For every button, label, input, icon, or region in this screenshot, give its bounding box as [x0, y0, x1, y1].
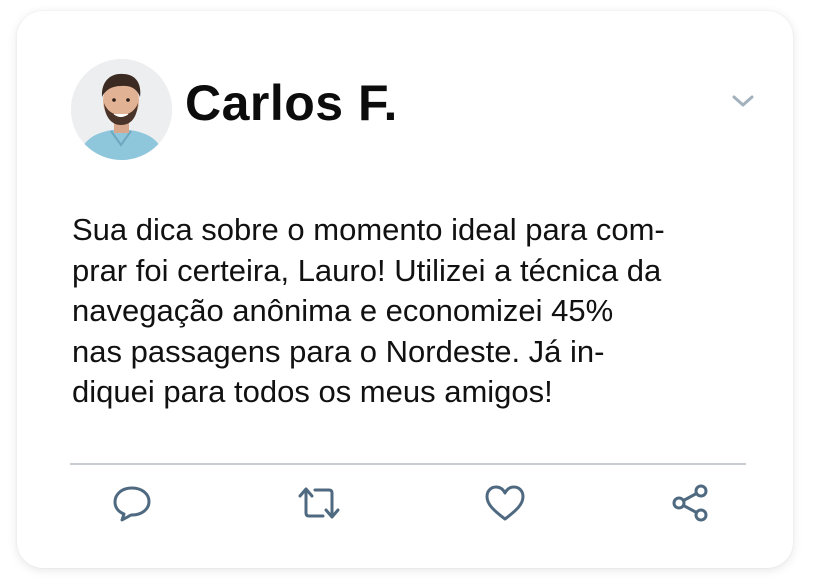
- avatar[interactable]: [71, 59, 172, 160]
- divider: [70, 463, 746, 465]
- share-icon: [672, 484, 708, 522]
- post-text: Sua dica sobre o momento ideal para com-…: [72, 210, 752, 413]
- post-text-line: navegação anônima e economizei 45%: [72, 293, 614, 328]
- retweet-button[interactable]: [295, 481, 343, 525]
- share-button[interactable]: [666, 481, 714, 525]
- like-button[interactable]: [481, 481, 529, 525]
- post-text-line: nas passagens para o Nordeste. Já in-: [72, 333, 605, 369]
- post-card: Carlos F. Sua dica sobre o momento ideal…: [17, 11, 793, 568]
- avatar-image: [71, 59, 172, 160]
- chevron-down-icon: [732, 95, 754, 107]
- comment-icon: [113, 486, 151, 522]
- reply-button[interactable]: [108, 481, 156, 525]
- post-text-line: Sua dica sobre o momento ideal para com-: [72, 212, 665, 247]
- post-text-line: diquei para todos os meus amigos!: [72, 374, 553, 409]
- retweet-icon: [298, 487, 340, 519]
- post-text-line: prar foi certeira, Lauro! Utilizei a téc…: [72, 252, 662, 288]
- heart-icon: [485, 485, 525, 521]
- author-name[interactable]: Carlos F.: [185, 73, 398, 133]
- post-menu-button[interactable]: [729, 91, 757, 111]
